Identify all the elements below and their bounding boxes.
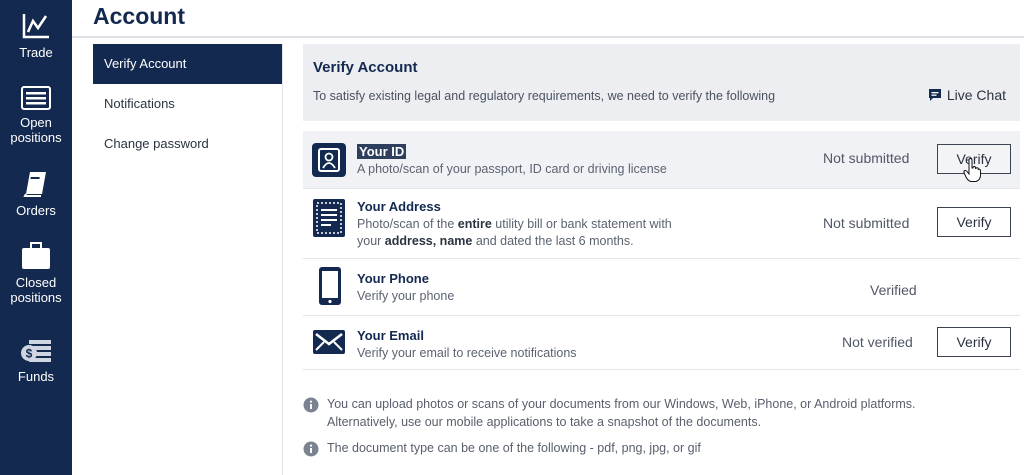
verify-email-button[interactable]: Verify	[937, 327, 1011, 357]
verify-address-button[interactable]: Verify	[937, 207, 1011, 237]
nav-item-funds[interactable]: $ Funds	[0, 338, 72, 384]
menu-divider	[282, 44, 283, 475]
money-stack-icon: $	[21, 340, 51, 362]
chart-line-icon	[22, 14, 49, 39]
main-nav: Trade Open positions Orders Closed posit…	[0, 0, 72, 475]
row-description: A photo/scan of your passport, ID card o…	[357, 162, 667, 176]
status-text: Verified	[870, 282, 917, 298]
hand-cursor-icon	[963, 158, 981, 182]
document-type-text: The document type can be one of the foll…	[327, 441, 701, 455]
verify-row-email: Your Email Verify your email to receive …	[303, 315, 1020, 370]
svg-text:$: $	[26, 347, 33, 361]
row-title: Your Phone	[357, 271, 429, 286]
panel-header: Verify Account To satisfy existing legal…	[303, 44, 1020, 121]
nav-label-closed-positions: Closed positions	[10, 275, 62, 305]
live-chat-label: Live Chat	[946, 87, 1006, 103]
account-menu: Verify Account Notifications Change pass…	[93, 44, 282, 164]
book-icon	[23, 172, 46, 197]
upload-info-line2: Alternatively, use our mobile applicatio…	[327, 415, 762, 429]
nav-item-orders[interactable]: Orders	[0, 170, 72, 218]
nav-item-open-positions[interactable]: Open positions	[0, 86, 72, 145]
nav-item-closed-positions[interactable]: Closed positions	[0, 242, 72, 305]
verify-row-id: Your ID A photo/scan of your passport, I…	[303, 131, 1020, 189]
phone-icon	[319, 267, 341, 305]
menu-item-verify-account[interactable]: Verify Account	[93, 44, 282, 84]
desc-bold-text: address, name	[384, 234, 473, 248]
desc-text: utility bill or bank statement with	[491, 217, 672, 231]
row-description: Verify your phone	[357, 289, 455, 303]
nav-item-trade[interactable]: Trade	[0, 12, 72, 60]
status-text: Not submitted	[823, 150, 910, 166]
envelope-icon	[313, 330, 345, 354]
verify-row-phone: Your Phone Verify your phone Verified	[303, 258, 1020, 316]
header-divider	[72, 36, 1024, 38]
nav-label-open-positions: Open positions	[10, 115, 62, 145]
id-badge-icon	[312, 143, 346, 177]
row-description: Verify your email to receive notificatio…	[357, 346, 577, 360]
row-title: Your ID	[357, 144, 407, 159]
info-icon	[303, 397, 319, 413]
row-title: Your Address	[357, 199, 441, 214]
briefcase-icon	[22, 242, 50, 269]
menu-item-notifications[interactable]: Notifications	[93, 84, 282, 124]
row-title: Your Email	[357, 328, 424, 343]
live-chat-link[interactable]: Live Chat	[928, 87, 1006, 103]
row-description: Photo/scan of the entire utility bill or…	[357, 216, 672, 250]
list-icon	[21, 86, 51, 110]
verify-row-address: Your Address Photo/scan of the entire ut…	[303, 188, 1020, 259]
desc-text: and dated the last 6 months.	[472, 234, 634, 248]
selected-title-text: Your ID	[357, 144, 407, 159]
desc-text: your	[357, 234, 385, 248]
upload-info-note: You can upload photos or scans of your d…	[303, 396, 1020, 432]
panel-description: To satisfy existing legal and regulatory…	[313, 89, 776, 103]
status-text: Not submitted	[823, 215, 910, 231]
status-text: Not verified	[842, 334, 913, 350]
document-type-note: The document type can be one of the foll…	[303, 440, 1020, 458]
document-icon	[313, 199, 345, 237]
nav-label-funds: Funds	[17, 369, 55, 384]
page-title: Account	[93, 3, 185, 29]
nav-label-trade: Trade	[19, 45, 53, 60]
desc-bold-text: entire	[457, 217, 492, 231]
upload-info-line1: You can upload photos or scans of your d…	[327, 397, 916, 411]
nav-label-orders: Orders	[16, 203, 56, 218]
info-icon	[303, 441, 319, 457]
panel-title: Verify Account	[313, 59, 418, 76]
desc-text: Photo/scan of the	[357, 217, 458, 231]
menu-item-change-password[interactable]: Change password	[93, 124, 282, 164]
chat-bubble-icon	[928, 89, 941, 101]
